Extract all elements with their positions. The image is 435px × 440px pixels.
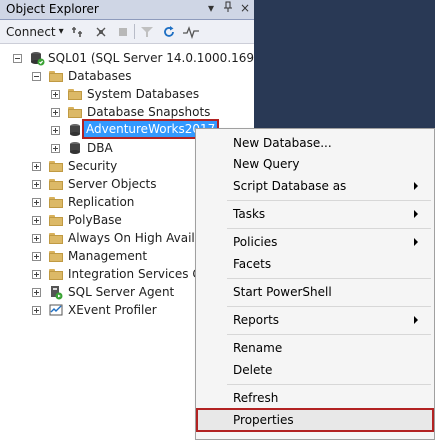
tree-label-polybase: PolyBase [68, 213, 122, 227]
tree-label-always-on: Always On High Availabi [68, 231, 214, 245]
expand-icon[interactable] [32, 306, 41, 315]
folder-icon [48, 176, 64, 192]
menu-item-delete[interactable]: Delete [196, 360, 434, 380]
activity-monitor-icon[interactable] [183, 23, 199, 40]
menu-separator [227, 384, 431, 385]
connect-button[interactable]: Connect ▾ [6, 23, 64, 40]
tree-label-databases: Databases [68, 69, 132, 83]
database-icon [67, 122, 83, 138]
menu-label: Policies [233, 235, 278, 249]
expand-icon[interactable] [32, 234, 41, 243]
menu-label: Start PowerShell [233, 285, 332, 299]
menu-separator [227, 306, 431, 307]
folder-icon [48, 68, 64, 84]
menu-label: Delete [233, 363, 273, 377]
menu-label: New Query [233, 157, 300, 171]
folder-icon [67, 86, 83, 102]
tree-label-management: Management [68, 249, 148, 263]
menu-item-reports[interactable]: Reports [196, 310, 434, 330]
menu-separator [227, 334, 431, 335]
tree-label-replication: Replication [68, 195, 135, 209]
tree-label-dba: DBA [87, 141, 113, 155]
tree-label-database-snapshots: Database Snapshots [87, 105, 211, 119]
expand-icon[interactable] [32, 198, 41, 207]
menu-item-start-powershell[interactable]: Start PowerShell [196, 282, 434, 302]
folder-icon [48, 266, 64, 282]
menu-item-properties[interactable]: Properties [196, 408, 434, 432]
expand-icon[interactable] [32, 216, 41, 225]
context-menu: New Database... New Query Script Databas… [195, 128, 435, 440]
menu-item-rename[interactable]: Rename [196, 338, 434, 358]
close-icon[interactable]: × [238, 1, 252, 15]
tree-label-sql-agent: SQL Server Agent [68, 285, 175, 299]
expand-icon[interactable] [32, 162, 41, 171]
tree-node-system-databases[interactable]: System Databases [0, 85, 254, 103]
object-explorer-toolbar: Connect ▾ [0, 20, 254, 44]
menu-separator [227, 200, 431, 201]
connect-label: Connect [6, 24, 56, 39]
menu-label: Facets [233, 257, 272, 271]
expand-icon[interactable] [32, 270, 41, 279]
menu-label: Properties [233, 413, 294, 427]
tree-label-xevent-profiler: XEvent Profiler [68, 303, 157, 317]
menu-item-refresh[interactable]: Refresh [196, 388, 434, 408]
tree-node-databases[interactable]: Databases [0, 67, 254, 85]
connect-object-explorer-icon[interactable] [71, 23, 85, 40]
tree-node-database-snapshots[interactable]: Database Snapshots [0, 103, 254, 121]
expand-icon[interactable] [32, 252, 41, 261]
menu-item-new-query[interactable]: New Query [196, 154, 434, 174]
dropdown-icon[interactable]: ▾ [204, 1, 218, 15]
submenu-arrow-icon [414, 316, 418, 324]
menu-item-new-database[interactable]: New Database... [196, 133, 434, 153]
menu-item-script-database-as[interactable]: Script Database as [196, 176, 434, 196]
tree-node-server[interactable]: SQL01 (SQL Server 14.0.1000.169 - SQL01 [0, 49, 254, 67]
folder-icon [48, 158, 64, 174]
disconnect-icon[interactable] [94, 23, 108, 40]
menu-label: Refresh [233, 391, 279, 405]
menu-item-facets[interactable]: Facets [196, 254, 434, 274]
tree-label-system-databases: System Databases [87, 87, 200, 101]
submenu-arrow-icon [414, 210, 418, 218]
server-icon [29, 50, 45, 66]
expand-icon[interactable] [51, 90, 60, 99]
folder-icon [48, 194, 64, 210]
folder-icon [48, 230, 64, 246]
collapse-icon[interactable] [32, 72, 41, 81]
sql-agent-icon [48, 284, 64, 300]
collapse-icon[interactable] [13, 54, 22, 63]
database-icon [67, 140, 83, 156]
panel-title: Object Explorer [6, 2, 99, 16]
menu-label: Script Database as [233, 179, 347, 193]
menu-label: Reports [233, 313, 280, 327]
expand-icon[interactable] [51, 144, 60, 153]
menu-label: Rename [233, 341, 283, 355]
submenu-arrow-icon [414, 182, 418, 190]
xevent-profiler-icon [48, 302, 64, 318]
chevron-down-icon: ▾ [58, 26, 64, 37]
menu-item-policies[interactable]: Policies [196, 232, 434, 252]
expand-icon[interactable] [51, 126, 60, 135]
tree-label-server: SQL01 (SQL Server 14.0.1000.169 - SQL01 [48, 51, 254, 65]
menu-label: New Database... [233, 136, 332, 150]
folder-icon [67, 104, 83, 120]
stop-icon[interactable] [117, 23, 129, 40]
menu-separator [227, 228, 431, 229]
menu-label: Tasks [233, 207, 266, 221]
filter-icon[interactable] [140, 23, 154, 40]
tree-label-security: Security [68, 159, 118, 173]
expand-icon[interactable] [51, 108, 60, 117]
submenu-arrow-icon [414, 238, 418, 246]
refresh-icon[interactable] [162, 23, 176, 40]
expand-icon[interactable] [32, 180, 41, 189]
folder-icon [48, 248, 64, 264]
tree-label-server-objects: Server Objects [68, 177, 157, 191]
object-explorer-titlebar: Object Explorer ▾ × [0, 0, 254, 20]
pin-icon[interactable] [221, 1, 235, 16]
expand-icon[interactable] [32, 288, 41, 297]
folder-icon [48, 212, 64, 228]
menu-item-tasks[interactable]: Tasks [196, 204, 434, 224]
menu-separator [227, 278, 431, 279]
